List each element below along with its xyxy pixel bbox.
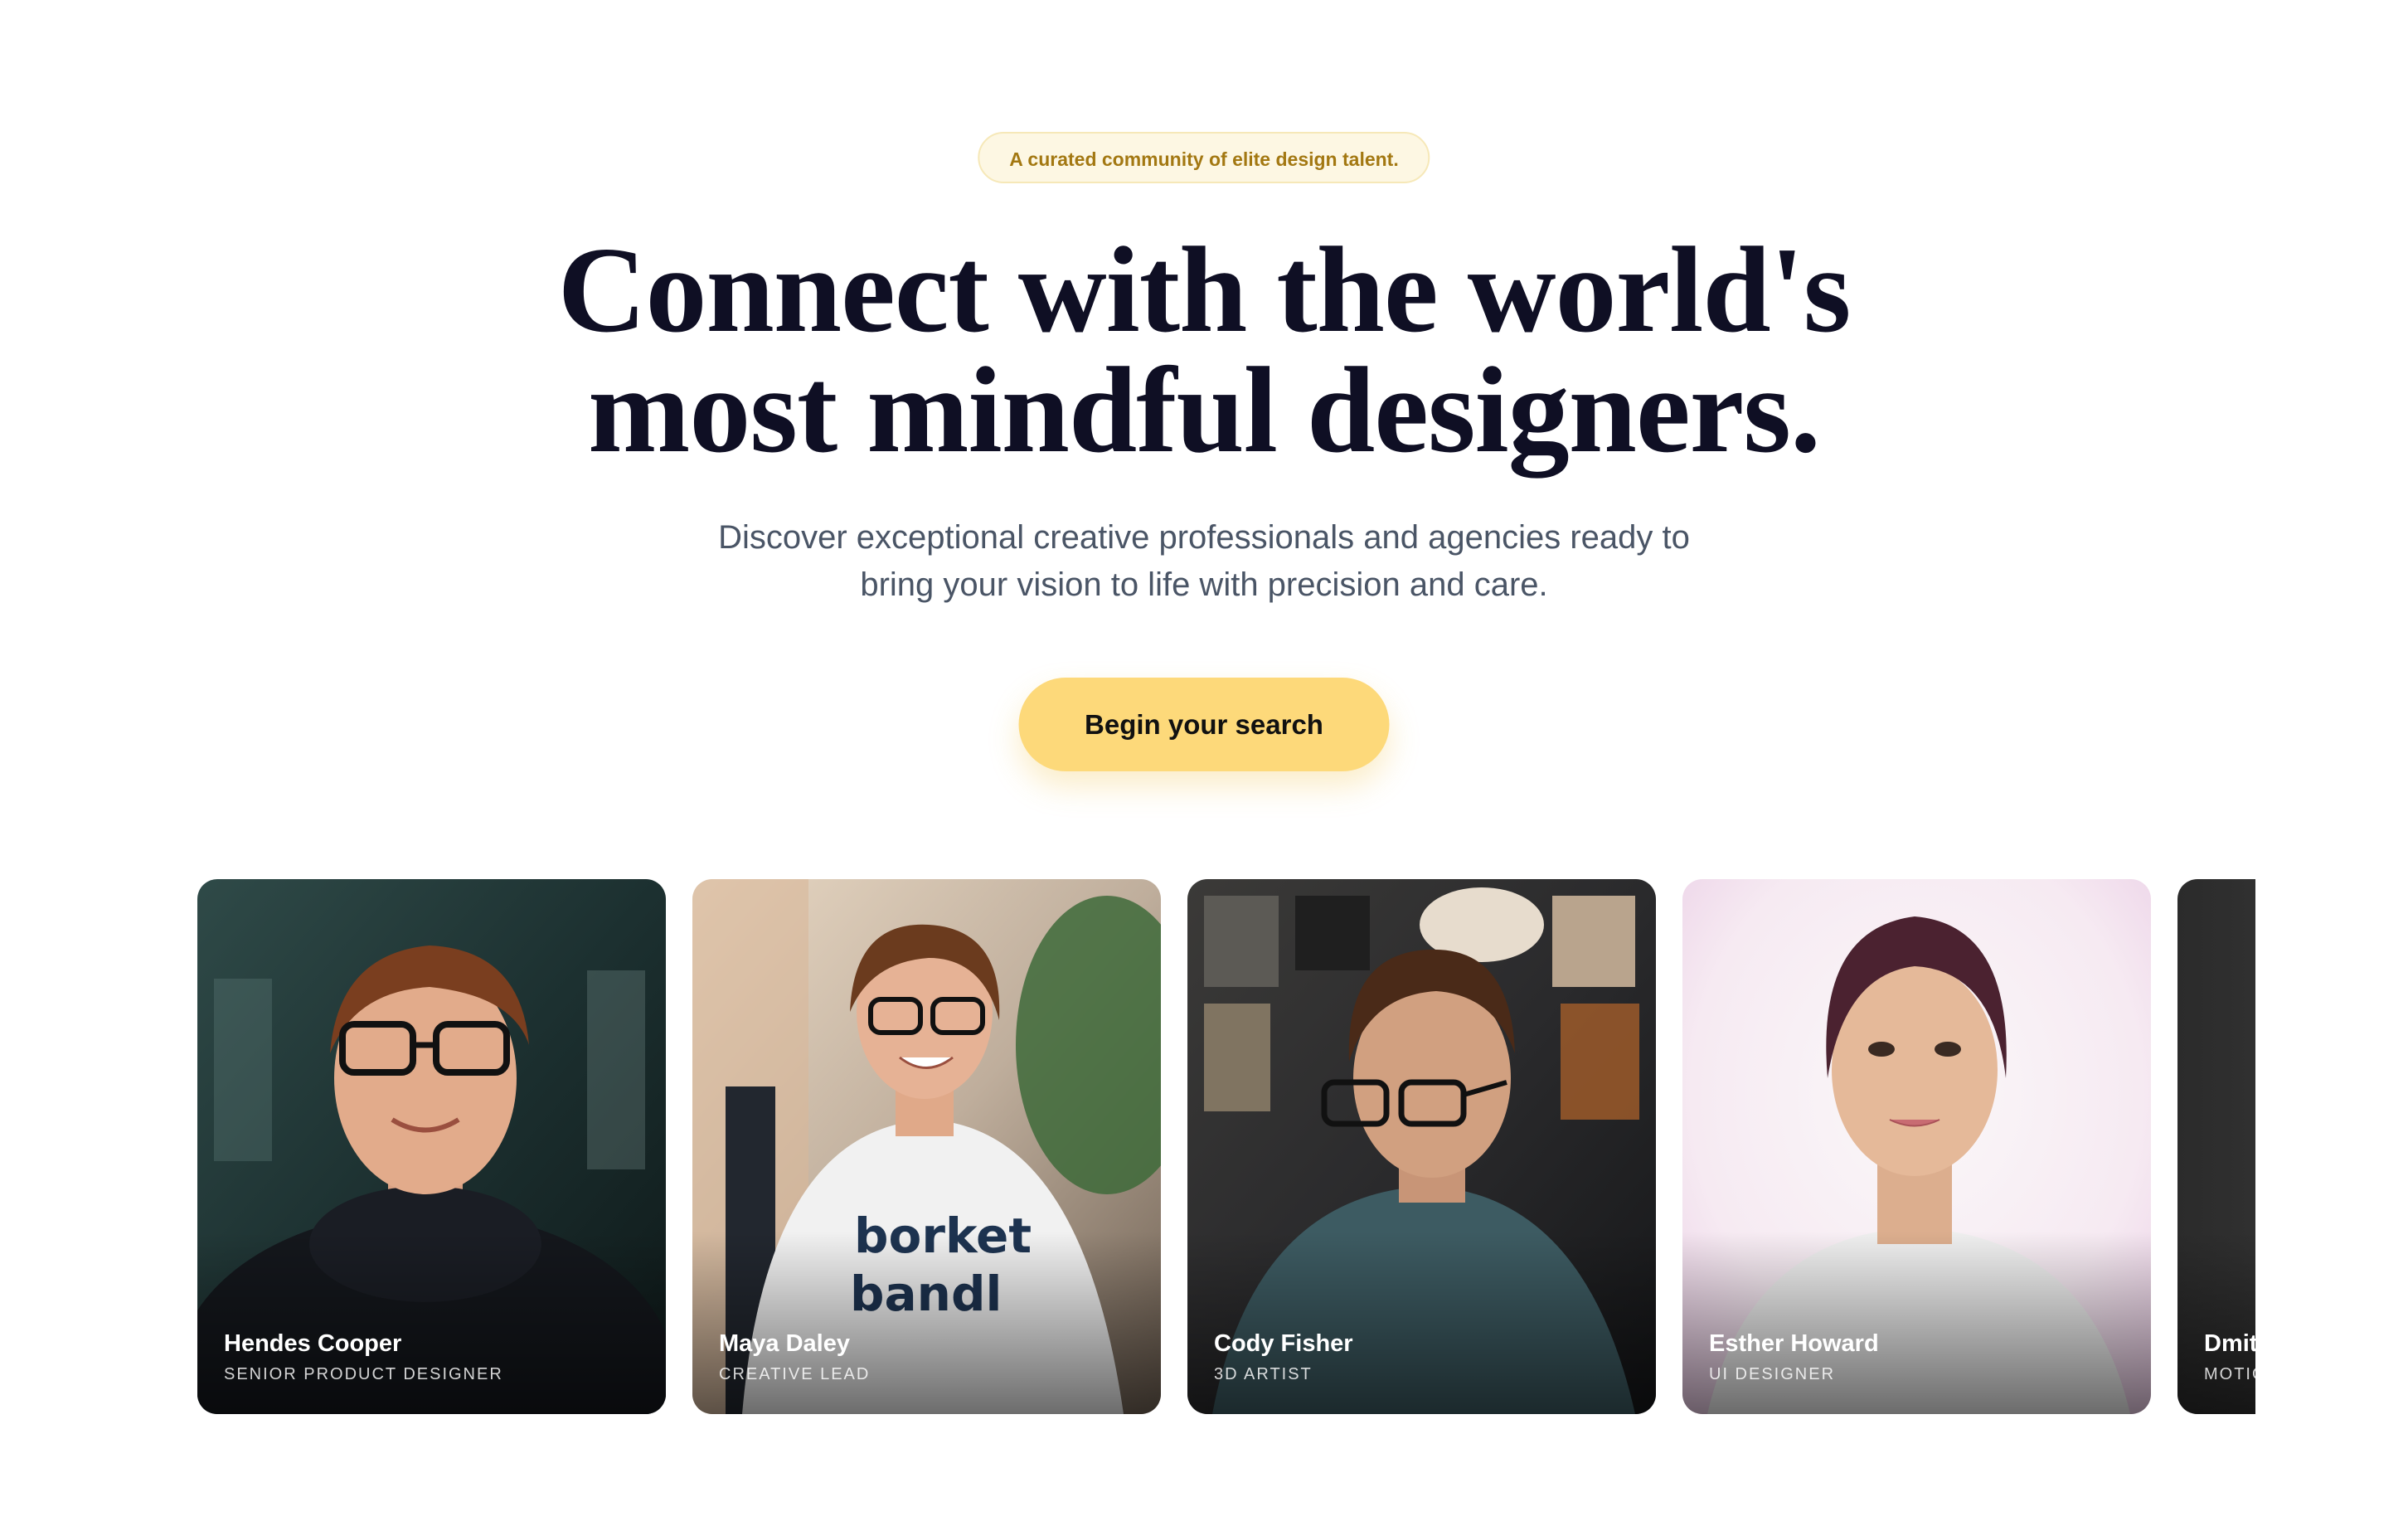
begin-search-button[interactable]: Begin your search: [1018, 678, 1390, 771]
headline-line-2: most mindful designers.: [588, 343, 1821, 479]
hero-headline: Connect with the world's most mindful de…: [0, 222, 2408, 479]
designer-name: Cody Fisher: [1214, 1330, 1353, 1357]
designer-card[interactable]: Esther Howard UI Designer: [1682, 879, 2151, 1414]
subtitle-line-2: bring your vision to life with precision…: [860, 566, 1548, 603]
subtitle-line-1: Discover exceptional creative profession…: [718, 519, 1690, 556]
designer-card[interactable]: borket bandl Maya Daley Creative Lead: [692, 879, 1161, 1414]
designer-name: Hendes Cooper: [224, 1330, 402, 1357]
designer-name: Dmit: [2204, 1330, 2255, 1357]
hero-subtitle: Discover exceptional creative profession…: [648, 514, 1760, 609]
designer-card[interactable]: Hendes Cooper Senior Product Designer: [197, 879, 666, 1414]
designer-role: 3D Artist: [1214, 1365, 1313, 1383]
designer-card[interactable]: Dmit Motio: [2177, 879, 2255, 1414]
designer-role: UI Designer: [1709, 1365, 1836, 1383]
designer-role: Creative Lead: [719, 1365, 871, 1383]
designer-name: Esther Howard: [1709, 1330, 1879, 1357]
landing-page: A curated community of elite design tale…: [0, 0, 2408, 1536]
designer-card[interactable]: Cody Fisher 3D Artist: [1187, 879, 1656, 1414]
designer-role: Senior Product Designer: [224, 1365, 503, 1383]
community-badge: A curated community of elite design tale…: [978, 132, 1430, 183]
designer-carousel[interactable]: Hendes Cooper Senior Product Designer b: [197, 879, 2255, 1414]
designer-role: Motio: [2204, 1365, 2255, 1383]
designer-name: Maya Daley: [719, 1330, 850, 1357]
headline-line-1: Connect with the world's: [557, 222, 1852, 358]
